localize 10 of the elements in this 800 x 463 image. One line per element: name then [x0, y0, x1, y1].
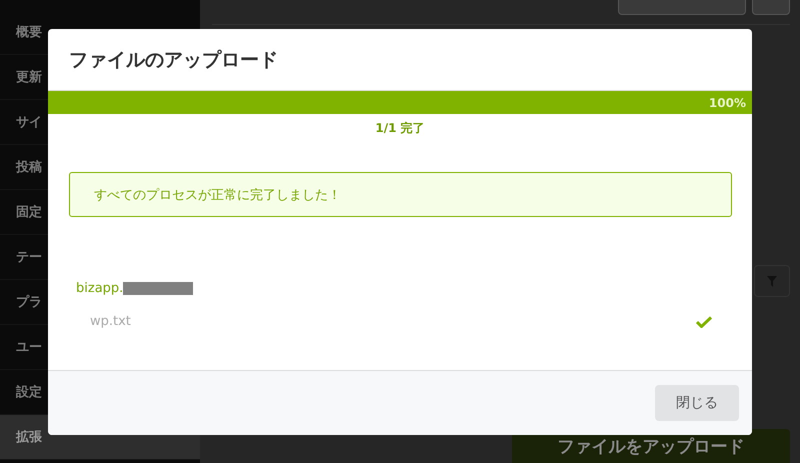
folder-name: bizapp.	[76, 281, 124, 296]
dialog-title: ファイルのアップロード	[69, 48, 278, 72]
progress-status: 1/1 完了	[375, 120, 425, 137]
success-alert: すべてのプロセスが正常に完了しました！	[69, 172, 732, 217]
toolbar-button[interactable]	[618, 0, 746, 15]
close-button[interactable]: 閉じる	[655, 385, 739, 421]
file-name: wp.txt	[90, 314, 131, 329]
toolbar-button[interactable]	[752, 0, 790, 15]
progress-percent: 100%	[708, 96, 747, 110]
filter-button[interactable]	[754, 265, 790, 297]
